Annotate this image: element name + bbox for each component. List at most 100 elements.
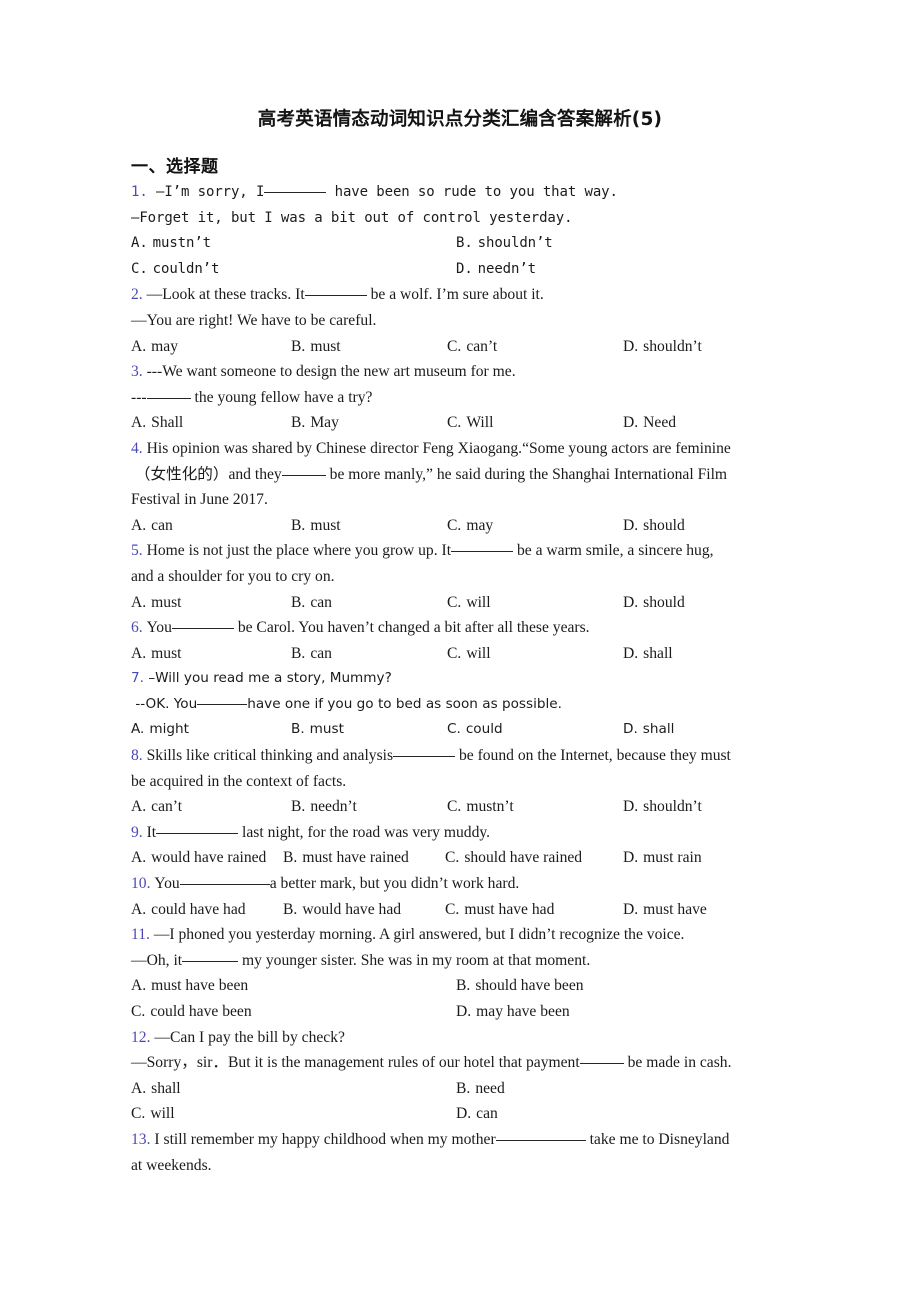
question-4-stem-line-2: （女性化的）and they be more manly,” he said d… [131,462,791,488]
question-9-stem-line-1: 9. It last night, for the road was very … [131,820,791,846]
question-10-option-d[interactable]: D. must have [623,897,707,923]
question-11-option-b[interactable]: B. should have been [456,973,584,999]
questions-container: 1. —I’m sorry, I have been so rude to yo… [131,180,791,1178]
question-13-blank [495,1139,586,1141]
question-9-option-d[interactable]: D. must rain [623,845,702,871]
question-8-option-c[interactable]: C. mustn’t [447,794,514,820]
question-11: 11. —I phoned you yesterday morning. A g… [131,922,791,1024]
question-10-text-b: a better mark, but you didn’t work hard. [269,875,520,893]
question-3-text-b: --- [131,388,147,406]
option-label: B. [456,977,471,995]
option-label: A. [131,516,147,534]
question-2-option-c[interactable]: C. can’t [447,334,497,360]
question-3-option-c[interactable]: C. Will [447,410,493,436]
question-7-blank [197,703,248,705]
question-8-option-b[interactable]: B. needn’t [291,794,357,820]
option-label: C. [131,1003,146,1020]
question-4-option-b[interactable]: B. must [291,513,341,539]
question-4-option-d[interactable]: D. should [623,513,685,539]
question-9-option-c[interactable]: C. should have rained [445,845,582,871]
question-2-option-b[interactable]: B. must [291,334,341,360]
section-heading: 一、选择题 [131,157,219,177]
question-3-option-b[interactable]: B. May [291,410,339,436]
option-text: should have been [475,977,584,995]
question-11-option-c[interactable]: C. could have been [131,999,252,1025]
question-9-text-a: It [146,823,157,841]
option-label: B. [283,900,298,918]
question-8-option-a[interactable]: A. can’t [131,794,182,820]
question-3-option-a[interactable]: A. Shall [131,410,183,436]
question-10-number: 10. [131,875,151,893]
question-12-option-d[interactable]: D. can [456,1101,498,1127]
option-text: should have rained [464,849,583,867]
question-5-option-a[interactable]: A. must [131,590,182,616]
option-text: must [310,337,341,355]
option-label: B. [456,235,473,252]
question-1: 1. —I’m sorry, I have been so rude to yo… [131,180,791,282]
question-4-option-c[interactable]: C. may [447,513,493,539]
question-12-option-b[interactable]: B. need [456,1076,505,1102]
question-2-option-a[interactable]: A. may [131,334,178,360]
question-11-option-d[interactable]: D. may have been [456,999,570,1025]
question-4-option-a[interactable]: A. can [131,513,173,539]
question-6-option-a[interactable]: A. must [131,641,182,667]
question-4-stem-line-1: 4. His opinion was shared by Chinese dir… [131,436,791,462]
option-label: A. [131,798,147,816]
option-text: mustn’t [466,798,514,816]
question-2-blank [304,295,367,297]
question-6-option-d[interactable]: D. shall [623,641,673,667]
question-10-option-b[interactable]: B. would have had [283,897,401,923]
question-1-option-d[interactable]: D. needn’t [456,257,536,283]
question-10-text-a: You [154,875,180,893]
question-10-option-a[interactable]: A. could have had [131,897,246,923]
question-10-option-c[interactable]: C. must have had [445,897,554,923]
question-5-option-d[interactable]: D. should [623,590,685,616]
question-7-stem-line-2: --OK. You have one if you go to bed as so… [131,692,791,718]
question-7-option-b[interactable]: B. must [291,717,344,743]
question-1-option-c[interactable]: C. couldn’t [131,257,219,283]
option-text: shouldn’t [643,798,702,816]
question-8-option-d[interactable]: D. shouldn’t [623,794,702,820]
question-12-stem-line-2: —Sorry，sir．But it is the management rule… [131,1050,791,1076]
option-text: should [643,593,685,611]
question-5-option-b[interactable]: B. can [291,590,332,616]
question-3: 3. ---We want someone to design the new … [131,359,791,436]
question-13-text-b: take me to Disneyland [589,1130,730,1148]
option-label: D. [623,644,639,662]
question-13-number: 13. [131,1130,151,1148]
question-1-blank [264,192,327,193]
question-11-blank [182,960,239,962]
question-12-number: 12. [131,1028,151,1046]
question-3-option-d[interactable]: D. Need [623,410,676,436]
question-11-option-a[interactable]: A. must have been [131,973,248,999]
question-6-option-b[interactable]: B. can [291,641,332,667]
option-text: Will [466,414,494,432]
option-text: couldn’t [152,260,220,277]
question-12-option-a[interactable]: A. shall [131,1076,181,1102]
page-title: 高考英语情态动词知识点分类汇编含答案解析(5) [257,109,663,130]
question-12-text-c: be made in cash. [627,1054,732,1072]
option-label: C. [445,900,460,918]
question-1-option-b[interactable]: B. shouldn’t [456,231,553,257]
question-8: 8. Skills like critical thinking and ana… [131,743,791,820]
question-9-option-a[interactable]: A. would have rained [131,845,266,871]
question-4-stem-line-3: Festival in June 2017. [131,491,268,509]
question-7-option-a[interactable]: A. might [131,717,189,743]
question-12-option-c[interactable]: C. will [131,1101,175,1127]
question-5-option-c[interactable]: C. will [447,590,491,616]
option-label: A. [131,593,147,611]
question-6-option-c[interactable]: C. will [447,641,491,667]
question-9-options-row: A. would have rained B. must have rained C… [131,845,791,871]
option-label: C. [447,798,462,816]
question-3-text-a: ---We want someone to design the new art… [146,363,516,381]
question-6-text-a: You [146,619,172,637]
option-text: could [465,721,503,738]
question-8-number: 8. [131,747,143,765]
question-7-option-d[interactable]: D. shall [623,717,674,743]
question-7-option-c[interactable]: C. could [447,717,503,743]
question-1-option-a[interactable]: A. mustn’t [131,231,211,257]
question-2-option-d[interactable]: D. shouldn’t [623,334,702,360]
question-9-option-b[interactable]: B. must have rained [283,845,409,871]
option-label: C. [447,644,462,662]
question-3-number: 3. [131,363,143,381]
